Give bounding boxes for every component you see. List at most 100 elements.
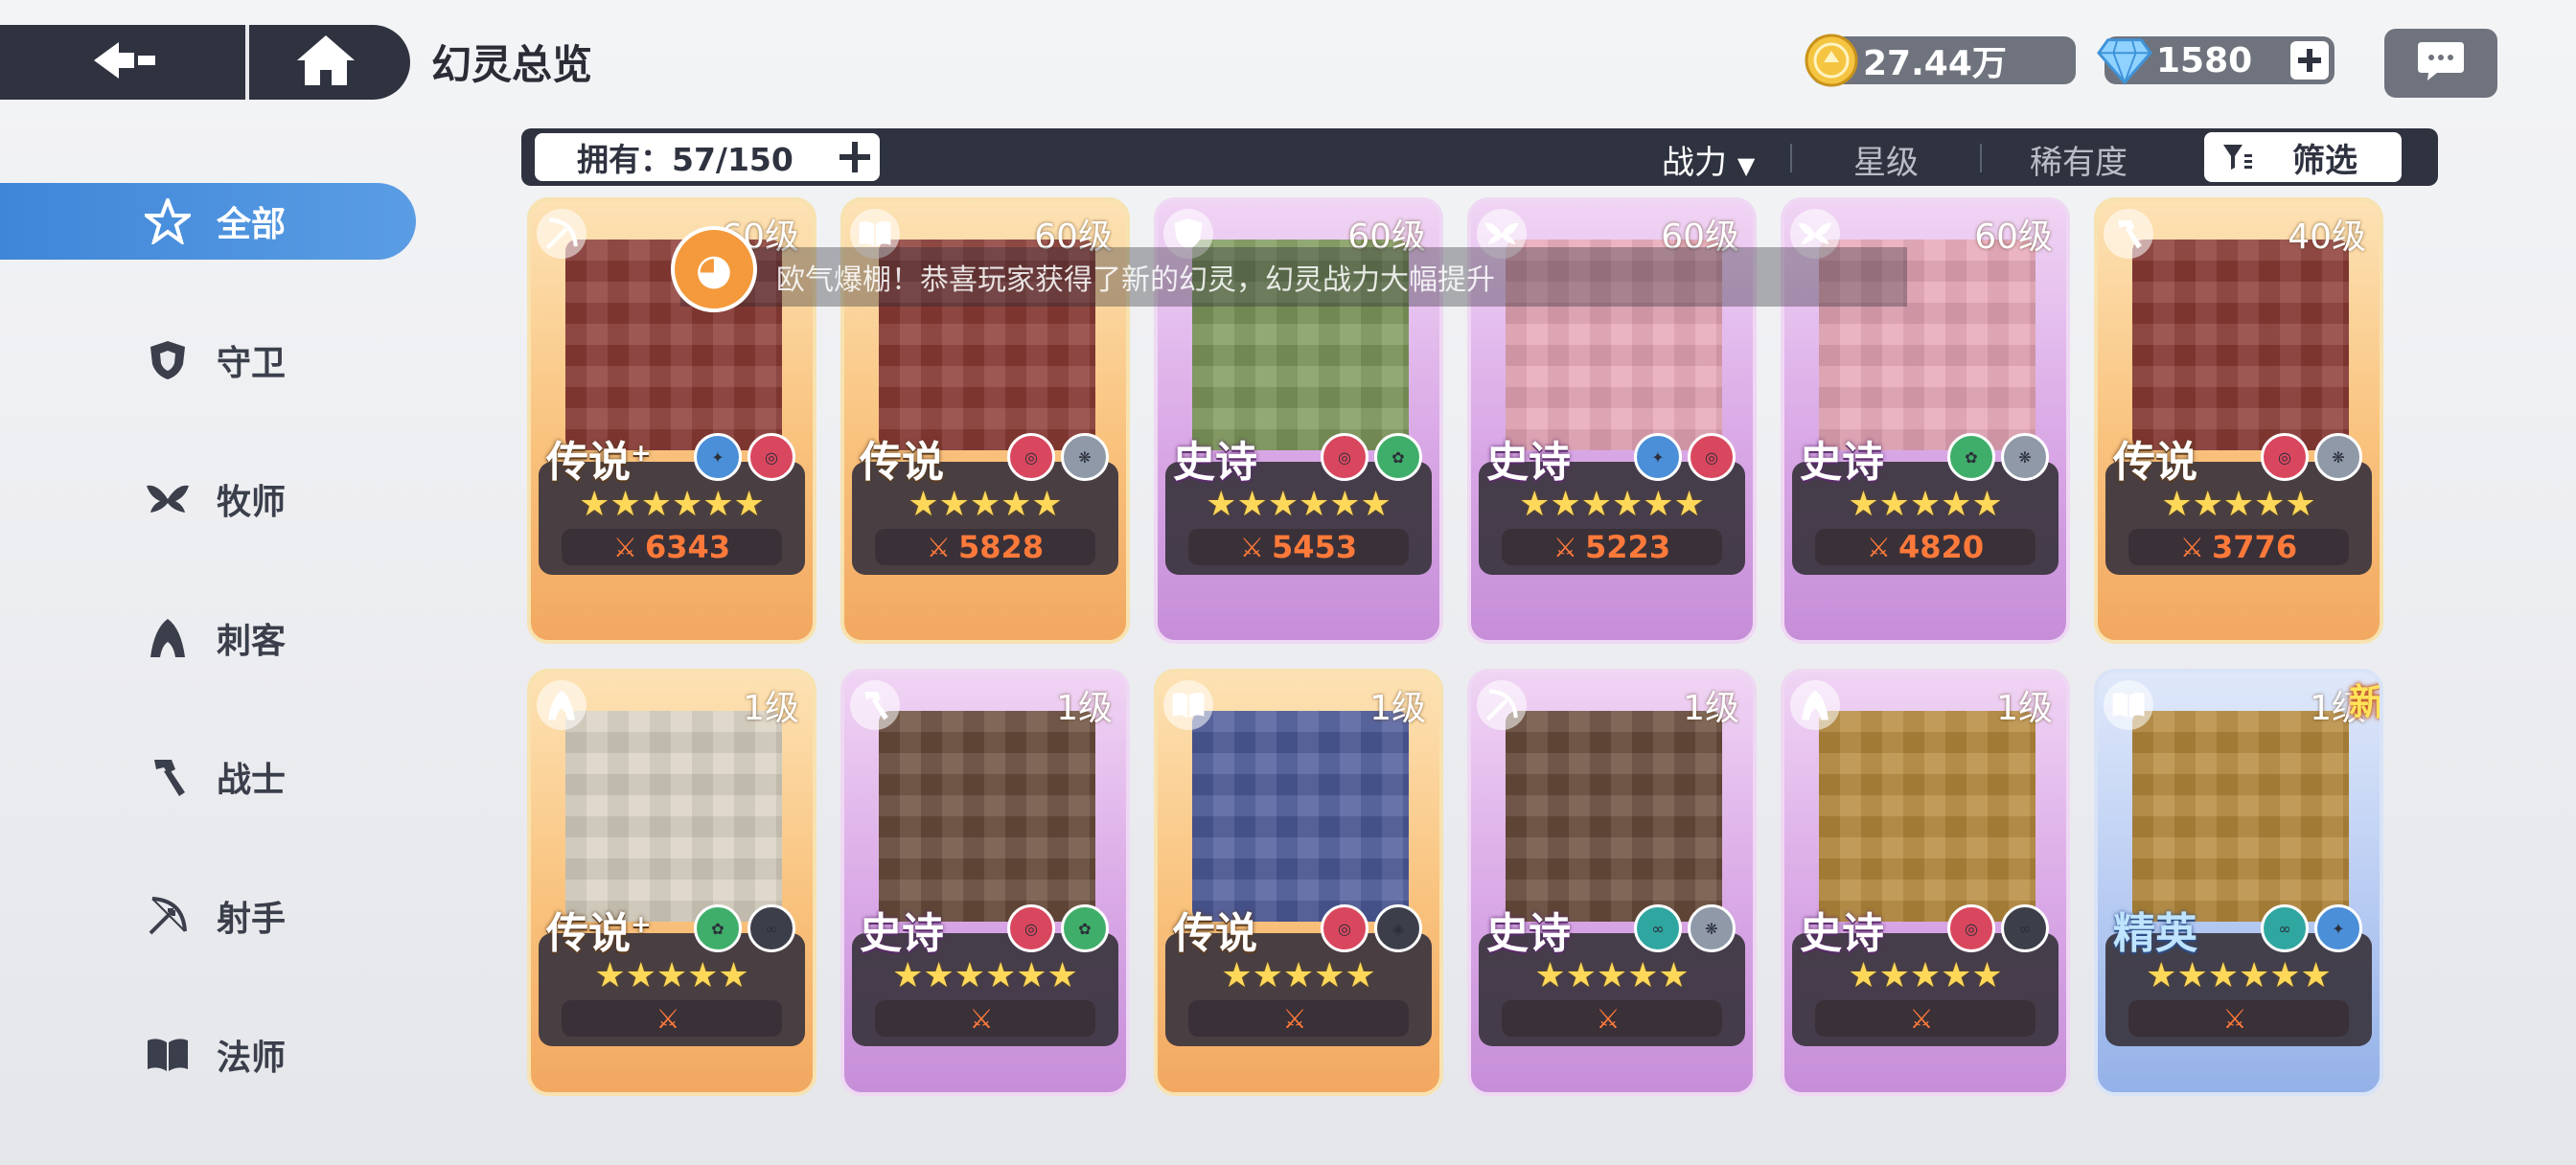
crossed-swords-icon: ⚔: [1866, 531, 1892, 563]
spirit-card[interactable]: 1级 史诗 ∞ ❋ ★★★★★ ⚔: [1467, 669, 1757, 1096]
sidebar-item-warrior[interactable]: 战士: [0, 739, 416, 815]
spirit-info: 传说+ ✿ ∞ ★★★★★ ⚔: [539, 904, 805, 1046]
sidebar-item-archer[interactable]: 射手: [0, 878, 416, 954]
wings-icon: [144, 475, 192, 523]
gold-coin-icon: [1804, 33, 1859, 88]
sort-by-power[interactable]: 战力 ▼: [1662, 136, 1755, 183]
spirit-card[interactable]: 1级 新 精英 ∞ ✦ ★★★★★★ ⚔: [2094, 669, 2383, 1096]
sidebar-item-mage[interactable]: 法师: [0, 1017, 416, 1093]
star-rating: ★★★★★: [1848, 485, 2003, 524]
fire-element-icon: ◎: [2261, 433, 2309, 481]
filter-funnel-icon: [2221, 143, 2254, 171]
add-gems-button[interactable]: [2290, 41, 2329, 80]
owned-count[interactable]: 拥有：57/150: [535, 133, 880, 181]
back-button[interactable]: [0, 25, 245, 100]
nature-element-icon: ✿: [1947, 433, 1995, 481]
sidebar-item-priest[interactable]: 牧师: [0, 461, 416, 537]
spirit-info: 史诗 ◎ ✿ ★★★★★★ ⚔: [852, 904, 1118, 1046]
rarity-label: 传说+: [546, 909, 652, 958]
power-value: ⚔: [1815, 1000, 2036, 1037]
gold-currency[interactable]: 27.44万: [1805, 34, 2076, 87]
ice-element-icon: ✦: [1634, 433, 1682, 481]
spirit-info: 传说 ◎ ❋ ★★★★★ ⚔ 5828: [852, 433, 1118, 575]
sidebar-item-label: 法师: [217, 1039, 287, 1078]
spirit-card[interactable]: 1级 传说+ ✿ ∞ ★★★★★ ⚔: [527, 669, 816, 1096]
element-icons: ◎ ◈: [1321, 904, 1422, 952]
spirit-card[interactable]: 1级 史诗 ◎ ✿ ★★★★★★ ⚔: [840, 669, 1130, 1096]
sidebar-item-assassin[interactable]: 刺客: [0, 600, 416, 676]
element-icons: ◎ ✿: [1321, 433, 1422, 481]
speaker-mascot-icon: ◕: [671, 226, 757, 312]
void-element-icon: ∞: [1634, 904, 1682, 952]
sidebar-item-guard[interactable]: 守卫: [0, 322, 416, 399]
expand-slots-button[interactable]: [836, 138, 874, 176]
spirit-portrait: [2132, 240, 2349, 450]
spirit-level: 40级: [2288, 217, 2366, 257]
sidebar-item-all[interactable]: 全部: [0, 183, 416, 260]
void-element-icon: ∞: [2001, 904, 2049, 952]
spirit-portrait: [1192, 711, 1409, 922]
sort-by-star[interactable]: 星级: [1853, 136, 1919, 183]
rarity-label: 史诗: [1486, 909, 1571, 958]
spirit-info: 史诗 ✿ ❋ ★★★★★ ⚔ 4820: [1792, 433, 2058, 575]
gold-amount: 27.44万: [1863, 44, 2007, 83]
rarity-label: 史诗: [1800, 438, 1884, 487]
nature-element-icon: ✿: [1374, 433, 1422, 481]
fire-element-icon: ◎: [748, 433, 795, 481]
hammer-icon: [850, 680, 900, 730]
spirit-level: 1级: [743, 689, 799, 728]
shield-icon: [144, 336, 192, 384]
spirit-info: 史诗 ◎ ✿ ★★★★★★ ⚔ 5453: [1165, 433, 1432, 575]
filter-button[interactable]: 筛选: [2204, 132, 2402, 182]
filter-label: 筛选: [2292, 141, 2358, 180]
wind-element-icon: ❋: [1061, 433, 1109, 481]
sort-by-rarity[interactable]: 稀有度: [2030, 136, 2128, 183]
power-value: ⚔ 5223: [1502, 529, 1722, 565]
dark-element-icon: ◈: [1374, 904, 1422, 952]
element-icons: ◎ ∞: [1947, 904, 2049, 952]
chat-button[interactable]: [2384, 29, 2497, 98]
power-value: ⚔: [2128, 1000, 2349, 1037]
star-rating: ★★★★★★: [2146, 956, 2332, 995]
spirit-info: 史诗 ∞ ❋ ★★★★★ ⚔: [1479, 904, 1745, 1046]
spirit-level: 1级: [1996, 689, 2053, 728]
chat-bubble-icon: [2416, 40, 2466, 86]
fire-element-icon: ◎: [1007, 904, 1055, 952]
spirit-card[interactable]: 40级 传说 ◎ ❋ ★★★★★ ⚔ 3776: [2094, 197, 2383, 644]
rarity-label: 史诗: [1486, 438, 1571, 487]
element-icons: ∞ ✦: [2261, 904, 2362, 952]
bow-icon: [144, 892, 192, 940]
crossed-swords-icon: ⚔: [612, 531, 638, 563]
spirit-card[interactable]: 1级 传说 ◎ ◈ ★★★★★ ⚔: [1154, 669, 1443, 1096]
crossed-swords-icon: ⚔: [1909, 1002, 1934, 1035]
rarity-label: 传说: [860, 438, 944, 487]
element-icons: ◎ ✿: [1007, 904, 1109, 952]
power-value: ⚔: [562, 1000, 782, 1037]
spirit-info: 传说 ◎ ◈ ★★★★★ ⚔: [1165, 904, 1432, 1046]
sidebar-item-label: 刺客: [217, 622, 287, 661]
element-icons: ◎ ❋: [2261, 433, 2362, 481]
spirit-level: 1级: [1683, 689, 1739, 728]
hood-icon: [1790, 680, 1840, 730]
crossed-swords-icon: ⚔: [1239, 531, 1265, 563]
book-icon: [144, 1031, 192, 1079]
spirit-portrait: [2132, 711, 2349, 922]
owned-count-label: 拥有：57/150: [577, 141, 794, 178]
power-value: ⚔ 6343: [562, 529, 782, 565]
nature-element-icon: ✿: [694, 904, 742, 952]
element-icons: ✿ ∞: [694, 904, 795, 952]
home-icon: [295, 34, 356, 91]
fire-element-icon: ◎: [1688, 433, 1736, 481]
spirit-card[interactable]: 1级 史诗 ◎ ∞ ★★★★★ ⚔: [1781, 669, 2070, 1096]
rarity-label: 史诗: [1800, 909, 1884, 958]
power-value: ⚔ 3776: [2128, 529, 2349, 565]
rarity-label: 传说: [1173, 909, 1257, 958]
crossed-swords-icon: ⚔: [1552, 531, 1578, 563]
star-rating: ★★★★★★: [892, 956, 1078, 995]
star-rating: ★★★★★: [2161, 485, 2316, 524]
gem-currency[interactable]: 1580: [2097, 36, 2334, 85]
spirit-level: 60级: [1974, 217, 2053, 257]
sidebar-item-label: 守卫: [217, 344, 287, 383]
home-button[interactable]: [249, 25, 402, 100]
crossed-swords-icon: ⚔: [1596, 1002, 1621, 1035]
